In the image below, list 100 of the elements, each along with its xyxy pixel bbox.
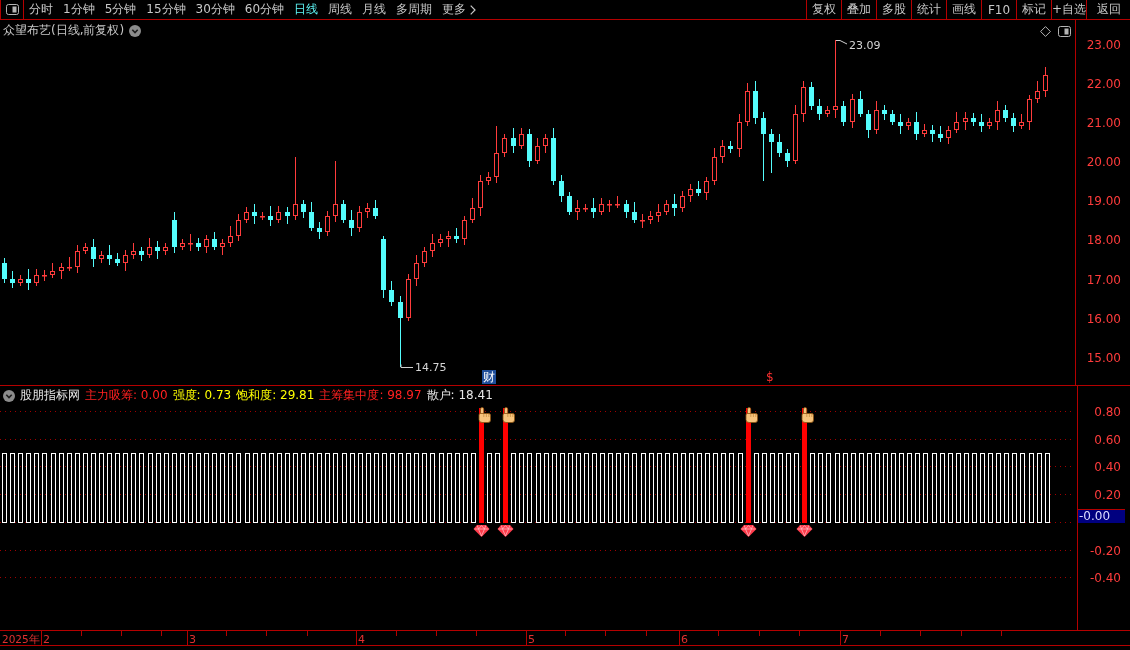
dropdown-circle-icon[interactable] [3,389,15,402]
period-tab[interactable]: 5分钟 [104,0,137,19]
dollar-mark[interactable]: $ [765,370,775,384]
diamond-icon[interactable] [1040,26,1051,37]
period-tab[interactable]: 60分钟 [244,0,285,19]
indicator-name: 股朋指标网 [20,387,80,404]
falling-candle [1003,104,1008,123]
price-axis-label: 19.00 [1086,194,1121,208]
rising-candle [906,117,911,131]
falling-candle [809,81,814,111]
rising-candle [494,125,499,184]
rising-candle [204,234,209,254]
rising-candle [34,268,39,287]
year-label: 2025年 [2,632,40,645]
falling-candle [341,199,346,224]
finance-badge[interactable]: 财 [482,370,496,384]
rising-candle [680,190,685,213]
pointing-hand-icon [478,407,491,423]
indicator-reading: 主筹集中度: 98.97 [319,387,422,404]
rising-candle [131,242,136,260]
rising-candle [59,262,64,280]
rising-candle [67,256,72,272]
falling-candle [155,240,160,260]
falling-candle [769,128,774,174]
rising-candle [543,133,548,154]
rising-candle [276,205,281,224]
panel-toggle-button[interactable] [0,0,24,19]
rising-candle [188,233,193,252]
falling-candle [139,246,144,262]
rising-candle [712,147,717,186]
period-tab[interactable]: 1分钟 [63,0,95,19]
rising-candle [75,244,80,274]
low-price-label: 14.75 [415,361,447,374]
toolbar-button[interactable]: +自选 [1051,0,1086,19]
period-tab[interactable]: 日线 [294,0,319,19]
rising-candle [737,113,742,158]
gem-icon [497,525,514,537]
current-value-label: -0.00 [1078,509,1125,523]
indicator-axis-label: 0.60 [1094,433,1121,447]
rising-candle [599,197,604,216]
chevron-right-icon [470,4,477,15]
rising-candle [123,249,128,272]
falling-candle [841,100,846,127]
month-label: 7 [842,632,849,646]
falling-candle [882,104,887,121]
rising-candle [615,195,620,209]
period-tab[interactable]: 周线 [328,0,353,19]
falling-candle [817,98,822,121]
rising-candle [236,213,241,242]
rising-candle [995,100,1000,131]
falling-candle [728,140,733,154]
falling-candle [317,221,322,240]
rising-candle [583,203,588,213]
rising-candle [519,127,524,150]
falling-candle [511,127,516,154]
falling-candle [2,257,7,284]
indicator-reading: 散户: 18.41 [426,387,493,404]
period-tab[interactable]: 15分钟 [146,0,186,19]
month-label: 4 [358,632,365,646]
panel-toggle-icon[interactable] [1058,26,1071,37]
falling-candle [252,203,257,225]
rising-candle [575,199,580,221]
falling-candle [591,197,596,219]
dropdown-circle-icon[interactable] [129,24,142,37]
falling-candle [866,109,871,139]
indicator-axis-label: 0.40 [1094,460,1121,474]
falling-candle [309,201,314,232]
more-button[interactable]: 更多 [442,0,477,19]
falling-candle [696,180,701,197]
rising-candle [18,274,23,287]
indicator-axis-label: 0.20 [1094,488,1121,502]
falling-candle [301,199,306,219]
rising-candle [220,238,225,256]
falling-candle [26,268,31,291]
period-tab[interactable]: 分时 [29,0,53,19]
rising-candle [244,206,249,224]
indicator-axis-label: 0.80 [1094,405,1121,419]
falling-candle [551,127,556,186]
falling-candle [91,238,96,268]
period-tab[interactable]: 30分钟 [195,0,235,19]
rising-candle [745,82,750,127]
falling-candle [777,133,782,158]
rising-candle [720,139,725,164]
period-tab[interactable]: 月线 [362,0,387,19]
rising-candle [357,205,362,233]
falling-candle [858,90,863,118]
falling-candle [196,237,201,252]
falling-candle [971,112,976,127]
rising-candle [825,105,830,118]
gem-icon [740,525,757,537]
rising-candle [801,80,806,123]
price-axis-label: 15.00 [1086,351,1121,365]
falling-candle [785,148,790,168]
period-tab[interactable]: 多周期 [396,0,433,19]
rising-candle [850,93,855,129]
leader-line [835,40,848,45]
falling-candle [389,280,394,307]
rising-candle [922,123,927,138]
falling-candle [268,205,273,227]
price-axis-label: 22.00 [1086,77,1121,91]
